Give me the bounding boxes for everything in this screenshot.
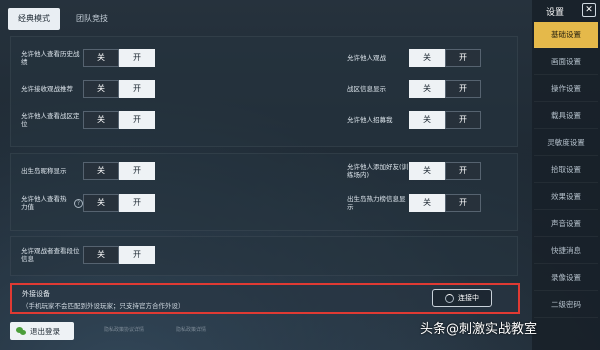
sidebar-item-quick-messages[interactable]: 快捷消息: [534, 238, 598, 264]
loading-icon: [445, 293, 454, 303]
sidebar-item-effects[interactable]: 效果设置: [534, 184, 598, 210]
setting-label: 允许他人查看战区定位: [21, 112, 80, 128]
region-info-toggle: 关 开: [409, 80, 481, 98]
toggle-on-option[interactable]: 开: [119, 111, 155, 129]
toggle-on-option[interactable]: 开: [445, 49, 481, 67]
watermark-text: 头条@刺激实战教室: [420, 322, 538, 337]
setting-history-record: 允许他人查看历史战绩 关 开: [21, 49, 155, 67]
setting-label: 允许他人观战: [347, 54, 386, 62]
toggle-on-option[interactable]: 开: [119, 80, 155, 98]
connect-button[interactable]: 连接中: [432, 289, 492, 307]
close-icon[interactable]: ✕: [582, 3, 596, 17]
sidebar-item-basic[interactable]: 基础设置: [534, 22, 598, 48]
toggle-on-option[interactable]: 开: [445, 80, 481, 98]
sidebar-item-replay[interactable]: 录像设置: [534, 265, 598, 291]
setting-label: 出生岛昵称显示: [21, 167, 67, 175]
setting-label-with-help: 允许他人查看热力值 ?: [21, 195, 83, 211]
setting-label: 允许观战者查看段位信息: [21, 247, 80, 263]
setting-heat-board: 出生岛热力榜信息显示 关 开: [347, 194, 481, 212]
setting-label: 允许接收观战推荐: [21, 85, 73, 93]
toggle-off-option[interactable]: 关: [83, 162, 119, 180]
setting-heat-value: 允许他人查看热力值 ? 关 开: [21, 194, 155, 212]
toggle-on-option[interactable]: 开: [445, 162, 481, 180]
sidebar-item-graphics[interactable]: 画面设置: [534, 49, 598, 75]
toggle-on-option[interactable]: 开: [445, 111, 481, 129]
toggle-on-option[interactable]: 开: [445, 194, 481, 212]
toggle-off-option[interactable]: 关: [409, 194, 445, 212]
mode-tabs: 经典模式 团队竞技: [8, 8, 118, 30]
sidebar-item-sound[interactable]: 声音设置: [534, 211, 598, 237]
setting-spectate: 允许他人观战 关 开: [347, 49, 481, 67]
settings-sidebar: 设置 ✕ 基础设置 画面设置 操作设置 载具设置 灵敏度设置 拾取设置 效果设置…: [532, 0, 600, 350]
wechat-icon: [16, 327, 26, 335]
toggle-off-option[interactable]: 关: [83, 246, 119, 264]
logout-label: 退出登录: [30, 326, 60, 336]
external-device-title: 外接设备: [22, 290, 50, 298]
add-friend-toggle: 关 开: [409, 162, 481, 180]
spectate-toggle: 关 开: [409, 49, 481, 67]
sidebar-item-vehicle[interactable]: 载具设置: [534, 103, 598, 129]
setting-spectator-rank: 允许观战者查看段位信息 关 开: [21, 246, 155, 264]
heat-value-toggle: 关 开: [83, 194, 155, 212]
toggle-on-option[interactable]: 开: [119, 246, 155, 264]
toggle-off-option[interactable]: 关: [83, 194, 119, 212]
recruit-toggle: 关 开: [409, 111, 481, 129]
toggle-off-option[interactable]: 关: [409, 111, 445, 129]
history-record-toggle: 关 开: [83, 49, 155, 67]
sidebar-item-secondary-password[interactable]: 二级密码: [534, 292, 598, 318]
heat-board-toggle: 关 开: [409, 194, 481, 212]
setting-label: 允许他人查看热力值: [21, 195, 67, 211]
privacy-panel-3: 允许观战者查看段位信息 关 开: [10, 236, 518, 276]
toggle-off-option[interactable]: 关: [409, 162, 445, 180]
setting-label: 允许他人添加好友(训练场内): [347, 163, 409, 179]
toggle-on-option[interactable]: 开: [119, 49, 155, 67]
setting-label: 允许他人查看历史战绩: [21, 50, 80, 66]
toggle-off-option[interactable]: 关: [83, 80, 119, 98]
external-device-section: 外接设备 （手机玩家不会匹配到外设玩家；只支持官方合作外设） 连接中: [10, 283, 520, 314]
tab-classic-mode[interactable]: 经典模式: [8, 8, 60, 30]
setting-recruit: 允许他人招募我 关 开: [347, 111, 481, 129]
privacy-detail-link[interactable]: 隐私政策详情: [176, 326, 206, 333]
setting-spawn-nickname: 出生岛昵称显示 关 开: [21, 162, 155, 180]
setting-region-info: 战区信息显示 关 开: [347, 80, 481, 98]
setting-label: 战区信息显示: [347, 85, 386, 93]
setting-spectate-recommend: 允许接收观战推荐 关 开: [21, 80, 155, 98]
toggle-off-option[interactable]: 关: [409, 49, 445, 67]
setting-region-rank: 允许他人查看战区定位 关 开: [21, 111, 155, 129]
toggle-off-option[interactable]: 关: [409, 80, 445, 98]
toggle-off-option[interactable]: 关: [83, 111, 119, 129]
logout-button[interactable]: 退出登录: [10, 322, 74, 340]
spawn-nickname-toggle: 关 开: [83, 162, 155, 180]
spectate-recommend-toggle: 关 开: [83, 80, 155, 98]
toggle-on-option[interactable]: 开: [119, 162, 155, 180]
privacy-panel-1: 允许他人查看历史战绩 关 开 允许他人观战 关 开 允许接收观战推荐 关 开 战…: [10, 36, 518, 147]
region-rank-toggle: 关 开: [83, 111, 155, 129]
toggle-off-option[interactable]: 关: [83, 49, 119, 67]
sidebar-item-sensitivity[interactable]: 灵敏度设置: [534, 130, 598, 156]
connect-button-label: 连接中: [458, 294, 479, 302]
setting-label: 出生岛热力榜信息显示: [347, 195, 406, 211]
privacy-policy-link[interactable]: 隐私政策协议详情: [104, 326, 144, 333]
sidebar-item-pickup[interactable]: 拾取设置: [534, 157, 598, 183]
sidebar-header: 设置 ✕: [532, 0, 600, 20]
toggle-on-option[interactable]: 开: [119, 194, 155, 212]
sidebar-item-controls[interactable]: 操作设置: [534, 76, 598, 102]
setting-label: 允许他人招募我: [347, 116, 393, 124]
sidebar-title: 设置: [546, 8, 565, 18]
privacy-panel-2: 出生岛昵称显示 关 开 允许他人添加好友(训练场内) 关 开 允许他人查看热力值…: [10, 153, 518, 231]
tab-team-deathmatch[interactable]: 团队竞技: [66, 8, 118, 30]
spectator-rank-toggle: 关 开: [83, 246, 155, 264]
external-device-description: （手机玩家不会匹配到外设玩家；只支持官方合作外设）: [22, 302, 185, 310]
setting-add-friend: 允许他人添加好友(训练场内) 关 开: [347, 162, 481, 180]
help-icon[interactable]: ?: [74, 198, 83, 208]
